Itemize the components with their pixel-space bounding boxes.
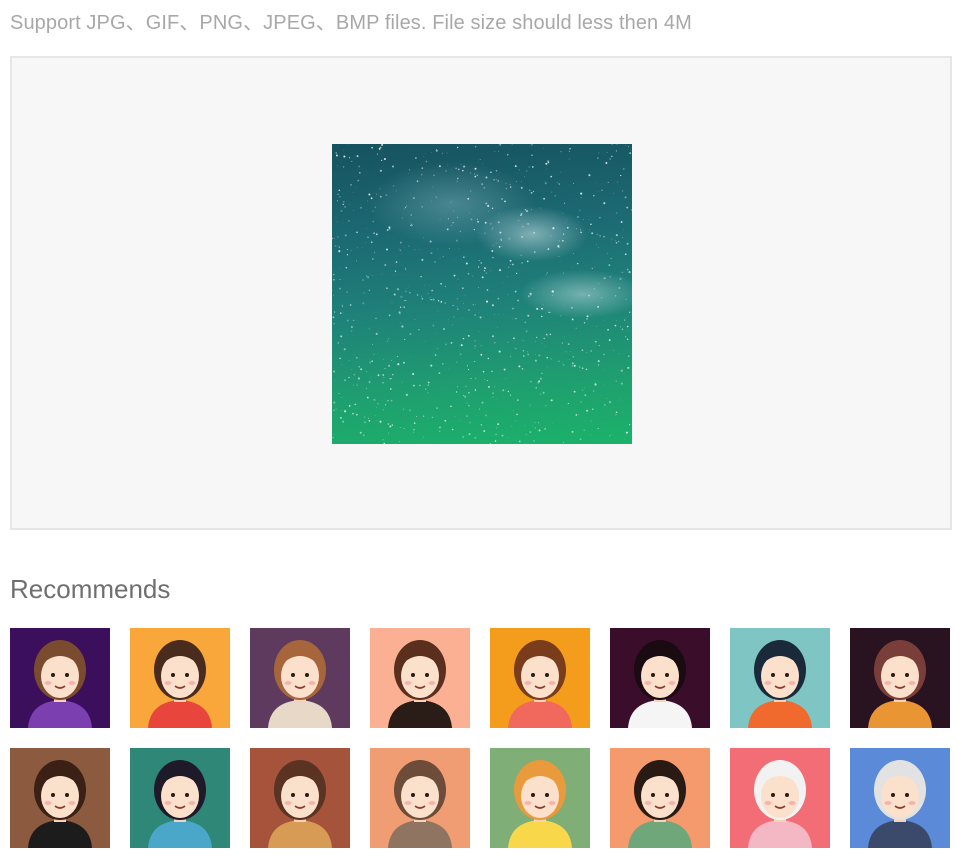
avatar-illustration xyxy=(148,640,212,728)
image-upload-area[interactable] xyxy=(10,56,952,530)
upload-hint-text: Support JPG、GIF、PNG、JPEG、BMP files. File… xyxy=(10,12,692,34)
avatar-option-4[interactable] xyxy=(370,628,470,728)
avatar-option-8[interactable] xyxy=(850,628,950,728)
avatar-illustration xyxy=(628,640,692,728)
avatar-illustration xyxy=(748,640,812,728)
avatar-illustration xyxy=(748,760,812,848)
avatar-option-14[interactable] xyxy=(610,748,710,848)
avatar-option-1[interactable] xyxy=(10,628,110,728)
avatar-illustration xyxy=(388,640,452,728)
avatar-option-16[interactable] xyxy=(850,748,950,848)
avatar-illustration xyxy=(508,640,572,728)
avatar-illustration xyxy=(628,760,692,848)
avatar-option-3[interactable] xyxy=(250,628,350,728)
avatar-option-7[interactable] xyxy=(730,628,830,728)
avatar-option-2[interactable] xyxy=(130,628,230,728)
starfield-texture xyxy=(332,144,632,444)
avatar-illustration xyxy=(268,760,332,848)
avatar-option-13[interactable] xyxy=(490,748,590,848)
avatar-option-5[interactable] xyxy=(490,628,590,728)
avatar-option-6[interactable] xyxy=(610,628,710,728)
image-preview xyxy=(332,144,632,444)
avatar-option-15[interactable] xyxy=(730,748,830,848)
avatar-illustration xyxy=(508,760,572,848)
avatar-option-10[interactable] xyxy=(130,748,230,848)
avatar-option-12[interactable] xyxy=(370,748,470,848)
avatar-option-9[interactable] xyxy=(10,748,110,848)
avatar-illustration xyxy=(388,760,452,848)
avatar-illustration xyxy=(28,640,92,728)
avatar-illustration xyxy=(868,640,932,728)
avatar-illustration xyxy=(868,760,932,848)
recommends-heading: Recommends xyxy=(10,574,171,604)
avatar-illustration xyxy=(268,640,332,728)
avatar-illustration xyxy=(148,760,212,848)
recommended-avatar-grid xyxy=(10,628,950,848)
avatar-illustration xyxy=(28,760,92,848)
avatar-option-11[interactable] xyxy=(250,748,350,848)
